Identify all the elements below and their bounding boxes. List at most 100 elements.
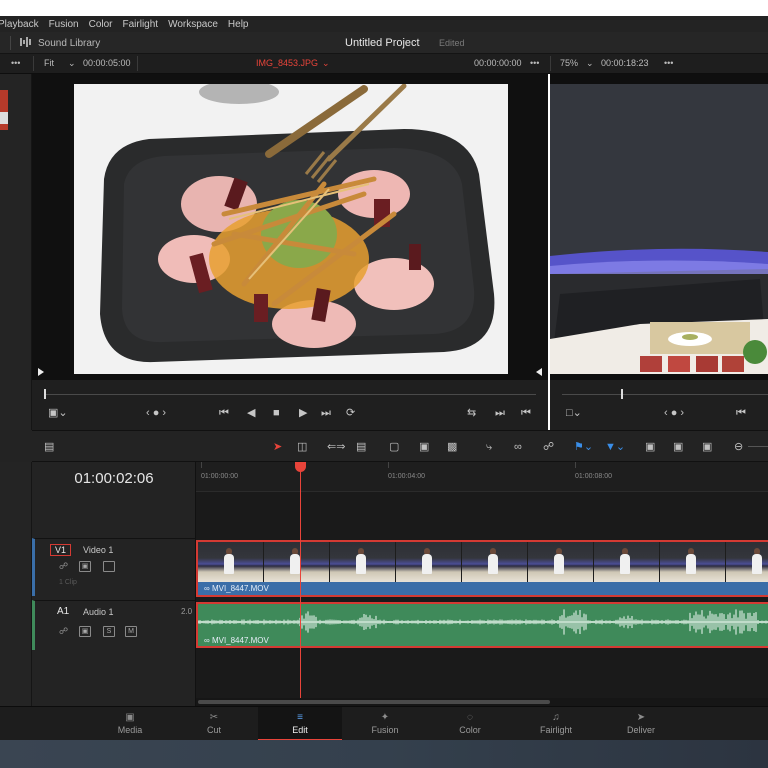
page-tab-label: Fairlight	[539, 725, 572, 735]
page-tab-edit[interactable]: ≡ Edit	[258, 707, 342, 741]
go-to-start-icon[interactable]: ⏮	[219, 407, 229, 419]
mark-out-icon[interactable]: ⏮	[521, 407, 531, 419]
menu-color[interactable]: Color	[89, 19, 113, 30]
linked-selection-icon[interactable]: ∞	[514, 440, 522, 454]
go-to-start-icon[interactable]: ⏮	[736, 407, 746, 419]
zoom-full-icon[interactable]: ▣	[645, 440, 655, 454]
loop-icon[interactable]: ⟳	[346, 407, 355, 419]
go-to-end-icon[interactable]: ⏭	[321, 407, 331, 419]
match-frame-icon[interactable]: ⇆	[467, 407, 476, 419]
program-scrub-handle[interactable]	[621, 389, 623, 399]
menu-playback[interactable]: Playback	[0, 19, 39, 30]
auto-select-icon[interactable]: ▣	[79, 626, 91, 637]
page-tab-label: Cut	[206, 725, 221, 735]
audio-channels: 2.0	[181, 607, 193, 616]
audio-track-header[interactable]: A1 Audio 1 2.0 ☍ ▣ S M	[32, 600, 196, 650]
position-lock-icon[interactable]: ☍	[543, 440, 554, 454]
zoom-detail-icon[interactable]: ▣	[673, 440, 683, 454]
page-tab-fairlight[interactable]: ♫ Fairlight	[514, 707, 598, 741]
viewer-mode-icon[interactable]: □⌄	[566, 407, 582, 419]
zoom-out-icon[interactable]: ⊖	[734, 440, 743, 454]
fit-dropdown[interactable]: Fit ⌄	[44, 58, 76, 69]
zoom-custom-icon[interactable]: ▣	[702, 440, 712, 454]
video-clip[interactable]: ∞ MVI_8447.MOV	[196, 540, 768, 597]
overwrite-clip-icon[interactable]: ▣	[419, 440, 429, 454]
video-clip-thumbnails	[198, 542, 768, 582]
source-scrub-handle[interactable]	[44, 389, 46, 399]
mark-in-icon[interactable]: ⏭	[495, 407, 505, 419]
source-scrubber[interactable]	[44, 394, 536, 395]
play-icon[interactable]: ▶	[299, 407, 307, 419]
video-track-id[interactable]: V1	[50, 544, 72, 556]
zoom-dropdown[interactable]: 75% ⌄	[560, 58, 594, 69]
audio-clip-name: ∞ MVI_8447.MOV	[204, 636, 269, 645]
page-tab-fusion[interactable]: ✦ Fusion	[343, 707, 427, 741]
media-icon: ▣	[125, 712, 135, 723]
program-duration: 00:00:18:23	[601, 58, 649, 68]
program-options-button[interactable]: •••	[664, 58, 673, 68]
stop-icon[interactable]: ■	[273, 407, 280, 419]
playhead[interactable]	[300, 462, 301, 698]
program-image	[550, 84, 768, 374]
page-tab-color[interactable]: ◌ Color	[428, 707, 512, 741]
flag-icon[interactable]: ⚑⌄	[574, 440, 593, 454]
timeline-scrollbar[interactable]	[196, 698, 768, 706]
program-transport: □⌄ ‹ ● › ⏮	[550, 380, 768, 430]
clip-name-dropdown[interactable]: IMG_8453.JPG ⌄	[256, 58, 330, 69]
timeline-toolbar: ▤ ➤ ◫ ⇐⇒ ▤ ▢ ▣ ▩ ⤷ ∞ ☍ ⚑⌄ ▼⌄ ▣ ▣ ▣ ⊖	[32, 430, 768, 462]
left-panel-options-button[interactable]: •••	[11, 58, 20, 68]
source-options-button[interactable]: •••	[530, 58, 539, 68]
timeline-scrollbar-thumb[interactable]	[198, 700, 550, 704]
auto-select-icon[interactable]: ▣	[79, 561, 91, 572]
title-bar: Sound Library Untitled Project Edited	[0, 32, 768, 54]
desktop-background	[0, 740, 768, 768]
program-scrubber[interactable]	[562, 394, 768, 395]
lock-icon[interactable]: ☍	[59, 626, 68, 637]
audio-track-id[interactable]: A1	[57, 606, 69, 617]
dynamic-trim-icon[interactable]: ⇐⇒	[327, 440, 345, 454]
menu-help[interactable]: Help	[228, 19, 249, 30]
menu-fusion[interactable]: Fusion	[49, 19, 79, 30]
page-tab-label: Media	[117, 725, 143, 735]
marker-icon[interactable]: ▼⌄	[605, 440, 625, 454]
zoom-slider[interactable]	[748, 446, 768, 447]
blade-tool-icon[interactable]: ▤	[356, 440, 366, 454]
jog-control[interactable]: ‹ ● ›	[146, 407, 166, 419]
audio-track-name[interactable]: Audio 1	[83, 607, 114, 617]
page-tab-media[interactable]: ▣ Media	[88, 707, 172, 741]
source-transport: ▣⌄ ‹ ● › ⏮ ◀ ■ ▶ ⏭ ⟳ ⇆ ⏭ ⏮	[32, 380, 548, 430]
solo-button[interactable]: S	[103, 626, 115, 637]
timeline-ruler[interactable]: 01:00:00:00 01:00:04:00 01:00:08:00	[196, 462, 768, 492]
viewer-mode-icon[interactable]: ▣⌄	[48, 407, 68, 419]
lock-icon[interactable]: ☍	[59, 561, 68, 572]
video-track-name[interactable]: Video 1	[83, 545, 113, 555]
media-thumbnail[interactable]	[0, 90, 8, 130]
video-track-header[interactable]: V1 Video 1 ☍ ▣ 1 Clip	[32, 538, 196, 596]
trim-tool-icon[interactable]: ◫	[297, 440, 307, 454]
program-viewer[interactable]	[550, 74, 768, 380]
page-tab-deliver[interactable]: ➤ Deliver	[599, 707, 683, 741]
replace-clip-icon[interactable]: ▩	[447, 440, 457, 454]
timeline-view-options-icon[interactable]: ▤	[44, 440, 54, 454]
viewer-header: ••• Fit ⌄ 00:00:05:00 IMG_8453.JPG ⌄ 00:00…	[0, 54, 768, 74]
page-tab-cut[interactable]: ✂ Cut	[172, 707, 256, 741]
source-duration: 00:00:05:00	[83, 58, 131, 68]
play-reverse-icon[interactable]: ◀	[247, 407, 255, 419]
audio-clip[interactable]: ∞ MVI_8447.MOV	[196, 602, 768, 648]
menu-fairlight[interactable]: Fairlight	[123, 19, 159, 30]
snapping-icon[interactable]: ⤷	[486, 440, 492, 454]
selection-tool-icon[interactable]: ➤	[273, 440, 282, 454]
source-viewer[interactable]	[32, 74, 548, 380]
sound-library-button[interactable]: Sound Library	[20, 37, 100, 50]
track-visibility-icon[interactable]	[103, 561, 115, 572]
audio-waveform	[198, 609, 768, 635]
insert-clip-icon[interactable]: ▢	[389, 440, 399, 454]
jog-control[interactable]: ‹ ● ›	[664, 407, 684, 419]
media-pool-strip	[0, 74, 32, 706]
timeline[interactable]: 01:00:00:00 01:00:04:00 01:00:08:00 ∞ MV…	[196, 462, 768, 706]
menu-workspace[interactable]: Workspace	[168, 19, 218, 30]
mute-button[interactable]: M	[125, 626, 137, 637]
page-tab-label: Deliver	[626, 725, 655, 735]
link-icon: ∞	[204, 636, 210, 645]
page-tab-label: Color	[459, 725, 481, 735]
